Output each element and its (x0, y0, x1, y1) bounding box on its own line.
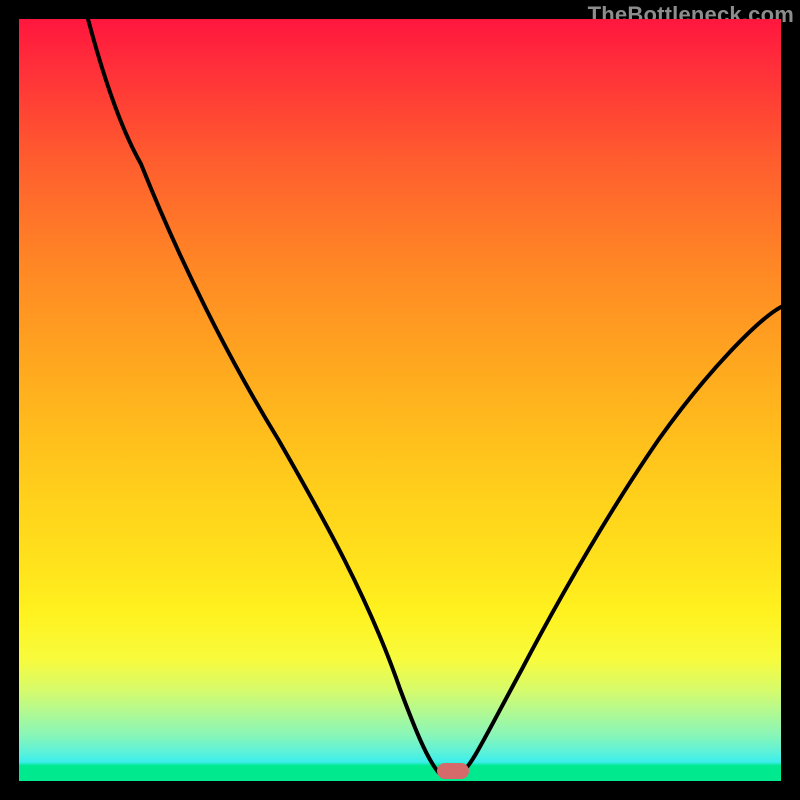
plot-area (19, 19, 781, 781)
bottleneck-curve (88, 19, 781, 773)
curve-svg (19, 19, 781, 781)
bottleneck-marker (437, 763, 469, 779)
chart-container: TheBottleneck.com (0, 0, 800, 800)
